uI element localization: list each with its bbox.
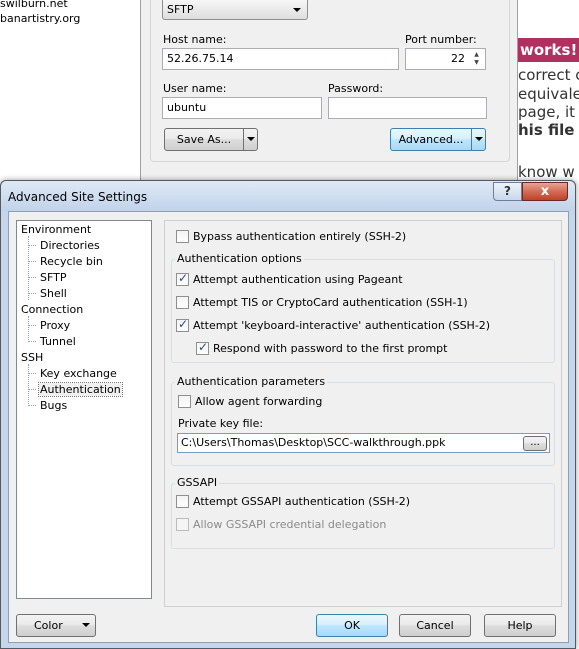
host-name-input[interactable]: 52.26.75.14 (162, 48, 399, 70)
tree-item-key-exchange[interactable]: Key exchange (40, 367, 117, 380)
tree-item-proxy[interactable]: Proxy (40, 319, 70, 332)
color-label: Color (34, 619, 63, 632)
user-name-label: User name: (163, 82, 227, 95)
web-heading: works! (518, 38, 579, 62)
help-icon[interactable]: ? (493, 182, 522, 201)
color-button[interactable]: Color (16, 614, 96, 637)
password-label: Password: (328, 82, 384, 95)
bypass-auth-checkbox[interactable] (176, 230, 189, 243)
protocol-select[interactable]: SFTP (162, 0, 308, 20)
port-number-input[interactable]: 22 ▲ ▼ (405, 48, 486, 70)
chevron-down-icon (293, 8, 301, 12)
tree-item-shell[interactable]: Shell (40, 287, 67, 300)
chevron-down-icon (79, 615, 93, 636)
port-spinner[interactable]: ▲ ▼ (470, 51, 483, 67)
save-as-button[interactable]: Save As... (164, 128, 258, 151)
agent-forwarding-label[interactable]: Allow agent forwarding (195, 395, 322, 408)
tree-item-directories[interactable]: Directories (40, 239, 100, 252)
private-key-input[interactable]: C:\Users\Thomas\Desktop\SCC-walkthrough.… (177, 433, 550, 453)
private-key-label: Private key file: (178, 417, 264, 430)
tree-item-environment[interactable]: Environment (21, 223, 91, 236)
authentication-page: Bypass authentication entirely (SSH-2) A… (164, 220, 562, 607)
tree-item-tunnel[interactable]: Tunnel (40, 335, 76, 348)
close-icon[interactable]: x (522, 182, 568, 201)
respond-password-label[interactable]: Respond with password to the first promp… (213, 342, 447, 355)
site-list-item[interactable]: banartistry.org (0, 12, 80, 25)
dialog-titlebar[interactable]: Advanced Site Settings ? x (1, 181, 575, 211)
gssapi-group (171, 483, 555, 549)
tis-checkbox[interactable] (176, 296, 189, 309)
tis-label[interactable]: Attempt TIS or CryptoCard authentication… (193, 296, 468, 309)
bypass-auth-label[interactable]: Bypass authentication entirely (SSH-2) (193, 230, 406, 243)
chevron-down-icon[interactable] (243, 129, 257, 150)
settings-tree[interactable]: Environment Directories Recycle bin SFTP… (16, 220, 152, 599)
site-list-item[interactable]: swilburn.net (0, 0, 68, 10)
advanced-site-settings-dialog: Advanced Site Settings ? x Environment D… (0, 180, 576, 649)
chevron-down-icon[interactable] (471, 129, 485, 150)
browse-key-button[interactable]: ... (523, 436, 547, 451)
dialog-title: Advanced Site Settings (8, 190, 148, 204)
tree-item-authentication[interactable]: Authentication (38, 382, 123, 397)
help-button[interactable]: Help (484, 614, 556, 637)
advanced-label: Advanced... (398, 133, 464, 146)
gssapi-attempt-label[interactable]: Attempt GSSAPI authentication (SSH-2) (193, 495, 410, 508)
advanced-button[interactable]: Advanced... (390, 128, 486, 151)
gssapi-delegation-label: Allow GSSAPI credential delegation (193, 518, 387, 531)
web-text: equivale (518, 85, 579, 103)
pageant-label[interactable]: Attempt authentication using Pageant (193, 273, 403, 286)
port-number-label: Port number: (405, 33, 477, 46)
port-number-value: 22 (451, 52, 465, 65)
keyboard-interactive-checkbox[interactable] (176, 317, 189, 332)
host-name-label: Host name: (163, 33, 227, 46)
web-text: correct c (518, 66, 579, 84)
cancel-button[interactable]: Cancel (399, 614, 471, 637)
private-key-value: C:\Users\Thomas\Desktop\SCC-walkthrough.… (181, 436, 446, 449)
pageant-checkbox[interactable] (176, 271, 189, 286)
save-as-label: Save As... (176, 133, 232, 146)
respond-password-checkbox[interactable] (196, 340, 209, 355)
gssapi-attempt-checkbox[interactable] (176, 495, 189, 508)
auth-params-title: Authentication parameters (175, 375, 328, 388)
site-list: swilburn.net banartistry.org (0, 0, 140, 185)
auth-options-title: Authentication options (175, 252, 304, 265)
tree-item-sftp[interactable]: SFTP (40, 271, 66, 284)
keyboard-interactive-label[interactable]: Attempt 'keyboard-interactive' authentic… (193, 319, 490, 332)
user-name-input[interactable]: ubuntu (162, 97, 322, 119)
tree-item-bugs[interactable]: Bugs (40, 399, 67, 412)
tree-item-ssh[interactable]: SSH (21, 351, 43, 364)
tree-item-recycle-bin[interactable]: Recycle bin (40, 255, 103, 268)
dialog-body: Environment Directories Recycle bin SFTP… (8, 211, 569, 643)
agent-forwarding-checkbox[interactable] (178, 395, 191, 408)
web-text: know w (518, 163, 575, 181)
gssapi-delegation-checkbox (176, 518, 189, 531)
gssapi-title: GSSAPI (175, 476, 220, 489)
tree-item-connection[interactable]: Connection (21, 303, 83, 316)
web-text: his file ( (518, 121, 579, 139)
ok-button[interactable]: OK (316, 614, 388, 637)
web-text: page, it n (518, 103, 579, 121)
protocol-value: SFTP (167, 3, 194, 16)
password-input[interactable] (328, 97, 487, 119)
